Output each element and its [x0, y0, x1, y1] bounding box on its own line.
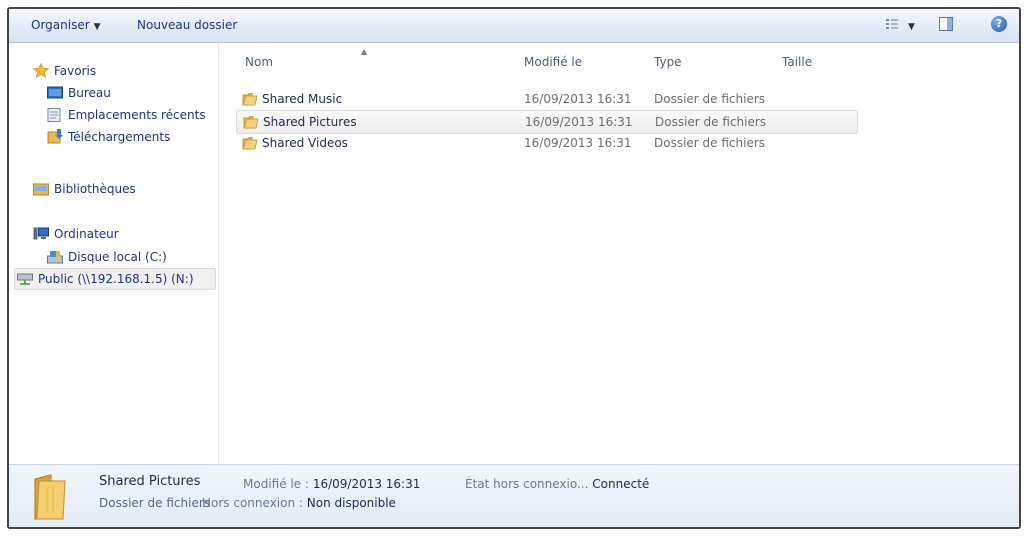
new-folder-button[interactable]: Nouveau dossier: [137, 18, 237, 32]
folder-icon: [242, 135, 258, 151]
organize-button[interactable]: Organiser ▼: [31, 18, 101, 32]
file-name: Shared Videos: [262, 136, 348, 150]
nav-label-desktop: Bureau: [68, 86, 111, 100]
file-name: Shared Pictures: [263, 115, 357, 129]
preview-pane-icon[interactable]: [938, 16, 954, 32]
nav-label-recent: Emplacements récents: [68, 108, 206, 122]
nav-label-local-disk: Disque local (C:): [68, 250, 167, 264]
nav-item-libraries[interactable]: Bibliothèques: [33, 179, 136, 199]
nav-item-favorites[interactable]: Favoris: [32, 61, 97, 81]
chevron-down-icon: ▼: [93, 22, 101, 32]
file-row-selected[interactable]: Shared Pictures 16/09/2013 16:31 Dossier…: [236, 110, 858, 134]
recent-places-icon: [47, 108, 63, 122]
details-offline: Hors connexion : Non disponible: [202, 496, 396, 510]
file-row[interactable]: Shared Music 16/09/2013 16:31 Dossier de…: [236, 88, 856, 110]
file-modified: 16/09/2013 16:31: [524, 92, 632, 106]
details-modified: Modifié le : 16/09/2013 16:31: [243, 477, 420, 491]
nav-item-network-drive[interactable]: Public (\\192.168.1.5) (N:): [14, 268, 216, 290]
nav-label-libraries: Bibliothèques: [54, 182, 136, 196]
column-label-name: Nom: [245, 55, 274, 69]
folder-icon: [242, 91, 258, 107]
details-offline-state: État hors connexio... Connecté: [465, 477, 649, 491]
nav-label-computer: Ordinateur: [54, 227, 119, 241]
column-header-modified[interactable]: Modifié le: [524, 55, 582, 69]
nav-item-local-disk[interactable]: Disque local (C:): [47, 247, 167, 267]
file-name: Shared Music: [262, 92, 343, 106]
explorer-window: Organiser ▼ Nouveau dossier ▼ ? Favoris …: [7, 7, 1021, 529]
details-item-type: Dossier de fichiers: [99, 496, 211, 510]
chevron-down-icon: ▼: [908, 22, 915, 32]
file-type: Dossier de fichiers: [654, 92, 766, 106]
file-list: Nom ▲ Modifié le Type Taille Shared Musi…: [219, 43, 1019, 465]
folder-icon: [243, 114, 259, 130]
libraries-icon: [33, 182, 49, 196]
nav-item-computer[interactable]: Ordinateur: [33, 224, 119, 244]
details-modified-value: 16/09/2013 16:31: [312, 477, 421, 491]
file-modified: 16/09/2013 16:31: [524, 136, 632, 150]
details-offline-value: Non disponible: [306, 496, 396, 510]
file-modified: 16/09/2013 16:31: [525, 115, 633, 129]
column-label-size: Taille: [782, 55, 813, 69]
new-folder-label: Nouveau dossier: [137, 18, 238, 32]
large-folder-icon: [29, 473, 73, 521]
details-offline-label: Hors connexion :: [202, 496, 303, 510]
local-disk-icon: [47, 250, 63, 264]
sort-ascending-icon: ▲: [361, 47, 368, 56]
nav-label-network-drive: Public (\\192.168.1.5) (N:): [38, 272, 194, 286]
help-icon[interactable]: ?: [991, 16, 1007, 32]
star-icon: [32, 62, 50, 78]
toolbar: Organiser ▼ Nouveau dossier ▼ ?: [9, 9, 1019, 43]
file-type: Dossier de fichiers: [654, 136, 766, 150]
nav-label-downloads: Téléchargements: [68, 130, 171, 144]
file-row[interactable]: Shared Videos 16/09/2013 16:31 Dossier d…: [236, 132, 856, 154]
network-drive-icon: [17, 272, 33, 286]
details-state-label: État hors connexio...: [465, 477, 589, 491]
column-label-type: Type: [654, 55, 682, 69]
view-dropdown-button[interactable]: ▼: [904, 18, 915, 32]
nav-label-favorites: Favoris: [54, 64, 97, 78]
nav-item-downloads[interactable]: Téléchargements: [47, 127, 170, 147]
computer-icon: [33, 227, 49, 241]
organize-label: Organiser: [31, 18, 90, 32]
nav-item-desktop[interactable]: Bureau: [47, 83, 111, 103]
details-pane: Shared Pictures Dossier de fichiers Modi…: [9, 464, 1019, 527]
file-type: Dossier de fichiers: [655, 115, 767, 129]
details-item-name: Shared Pictures: [99, 474, 201, 489]
desktop-icon: [47, 86, 63, 100]
column-header-size[interactable]: Taille: [782, 55, 812, 69]
column-header-type[interactable]: Type: [654, 55, 682, 69]
details-modified-label: Modifié le :: [243, 477, 309, 491]
column-header-name[interactable]: Nom: [245, 55, 273, 69]
details-state-value: Connecté: [592, 477, 650, 491]
nav-item-recent[interactable]: Emplacements récents: [47, 105, 206, 125]
view-options-icon[interactable]: [885, 17, 899, 31]
downloads-icon: [47, 129, 63, 144]
navigation-pane: Favoris Bureau Emplacements récents Télé…: [9, 43, 219, 465]
column-label-modified: Modifié le: [524, 55, 583, 69]
